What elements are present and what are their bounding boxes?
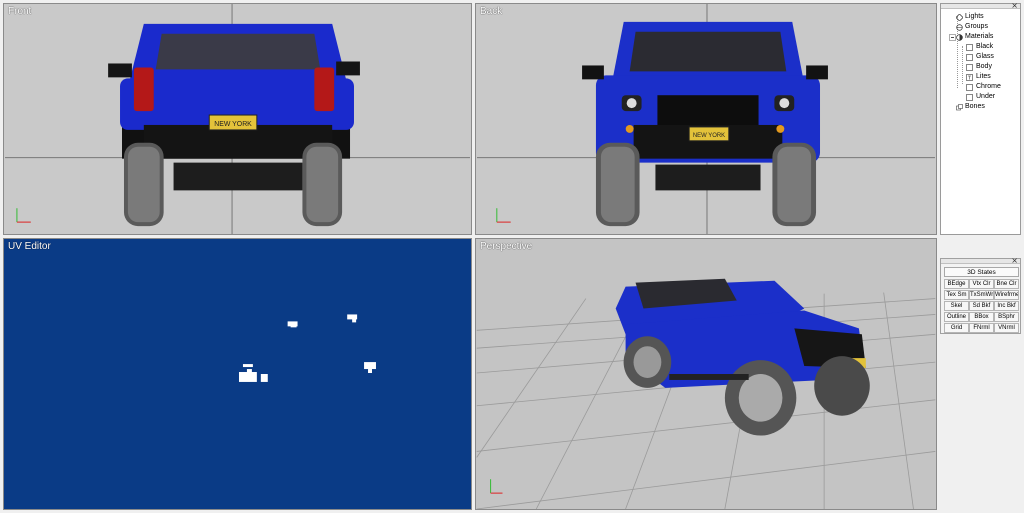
tree-item-under[interactable]: Under: [941, 92, 1020, 102]
tree-item-glass[interactable]: Glass: [941, 52, 1020, 62]
tree-item-black[interactable]: Black: [941, 42, 1020, 52]
group-icon: [956, 24, 963, 31]
texture-icon: [966, 94, 973, 101]
state-button-skel[interactable]: Skel: [944, 301, 969, 311]
perspective-canvas: [476, 278, 936, 509]
axis-gizmo: [16, 208, 31, 223]
texture-icon: [966, 44, 973, 51]
tree-item-bones[interactable]: Bones: [941, 102, 1020, 112]
state-button-bedge[interactable]: BEdge: [944, 279, 969, 289]
viewport-label-uv: UV Editor: [8, 241, 51, 252]
truck-rear-model: NEW YORK: [108, 23, 360, 227]
back-viewport[interactable]: Back NEW YORK: [475, 3, 937, 235]
tree-item-lights[interactable]: Lights: [941, 12, 1020, 22]
tree-item-lites[interactable]: Lites: [941, 72, 1020, 82]
viewport-label-front: Front: [8, 6, 32, 17]
texture-icon: [966, 54, 973, 61]
light-icon: [956, 14, 963, 21]
3d-states-header[interactable]: 3D States: [944, 267, 1019, 277]
state-button-fnrml[interactable]: FNrml: [969, 323, 994, 333]
back-view-canvas: NEW YORK: [476, 4, 936, 234]
state-button-wireframe[interactable]: Wirefrme: [994, 290, 1019, 300]
state-button-bsphr[interactable]: BSphr: [994, 312, 1019, 322]
front-plate-text: NEW YORK: [214, 121, 252, 128]
state-button-inc-bkf[interactable]: Inc Bkf: [994, 301, 1019, 311]
3d-states-panel: × 3D States BEdge Vtx Clr Bne Clr Tex Sm…: [940, 256, 1021, 334]
state-button-tex-sm[interactable]: Tex Sm: [944, 290, 969, 300]
state-button-vtx-clr[interactable]: Vtx Clr: [969, 279, 994, 289]
uv-editor-viewport[interactable]: UV Editor: [3, 238, 472, 510]
state-button-vnrml[interactable]: VNrml: [994, 323, 1019, 333]
state-button-outline[interactable]: Outline: [944, 312, 969, 322]
tree-item-groups[interactable]: Groups: [941, 22, 1020, 32]
collapse-icon[interactable]: [949, 34, 956, 41]
panel-grip[interactable]: [941, 259, 1020, 264]
front-view-canvas: NEW YORK: [5, 4, 470, 234]
tree-item-chrome[interactable]: Chrome: [941, 82, 1020, 92]
state-button-sd-bkf[interactable]: Sd Bkf: [969, 301, 994, 311]
perspective-viewport[interactable]: Perspective: [475, 238, 937, 510]
viewport-label-back: Back: [480, 6, 503, 17]
bones-icon: [956, 104, 963, 111]
close-icon[interactable]: ×: [1011, 256, 1018, 265]
state-button-bbox[interactable]: BBox: [969, 312, 994, 322]
axis-gizmo: [496, 208, 511, 223]
back-plate-text: NEW YORK: [693, 133, 725, 139]
viewport-label-perspective: Perspective: [480, 241, 533, 252]
uv-islands: [238, 314, 376, 382]
texture-icon: [966, 84, 973, 91]
state-button-grid[interactable]: Grid: [944, 323, 969, 333]
material-icon: [956, 34, 963, 41]
truck-3d-model: [615, 278, 870, 436]
panel-grip[interactable]: [941, 4, 1020, 9]
uv-map-canvas: [238, 314, 376, 382]
axis-gizmo: [490, 479, 503, 494]
state-button-txsmwr[interactable]: TxSmWr: [969, 290, 994, 300]
scene-tree-panel: × Lights Groups Materials Black Glass Bo…: [940, 1, 1021, 235]
front-viewport[interactable]: Front NEW YORK: [3, 3, 472, 235]
texture-icon: [966, 74, 973, 81]
scene-tree: Lights Groups Materials Black Glass Body…: [941, 12, 1020, 112]
modeler-window: Front NEW YORK Back NEW YORK UV Editor P…: [0, 0, 1024, 513]
state-button-bne-clr[interactable]: Bne Clr: [994, 279, 1019, 289]
tree-item-materials[interactable]: Materials: [941, 32, 1020, 42]
texture-icon: [966, 64, 973, 71]
tree-item-body[interactable]: Body: [941, 62, 1020, 72]
truck-front-model: NEW YORK: [582, 21, 828, 227]
close-icon[interactable]: ×: [1011, 1, 1018, 10]
